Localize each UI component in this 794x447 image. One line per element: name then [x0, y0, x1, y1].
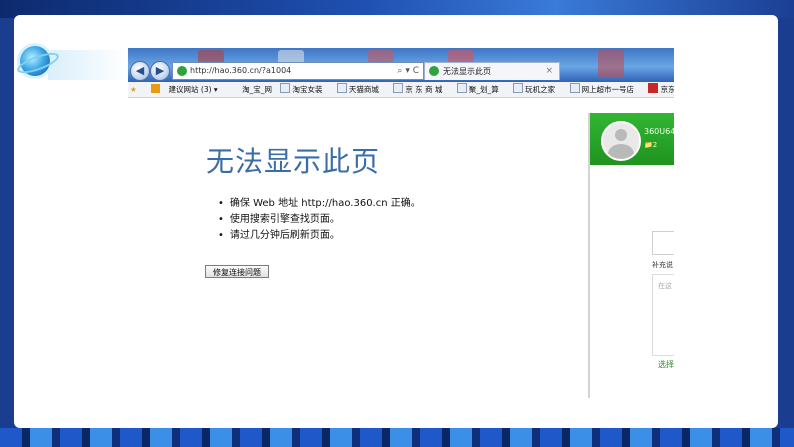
- site-favicon: [177, 66, 187, 76]
- favorite-label: 玩机之家: [525, 85, 556, 94]
- sidebar-input-label: 补充说: [652, 261, 673, 269]
- header-glow: [48, 50, 128, 80]
- error-tips-list: 确保 Web 地址 http://hao.360.cn 正确。 使用搜索引擎查找…: [218, 196, 421, 244]
- page-icon: [393, 83, 404, 93]
- suggested-sites-icon: [151, 84, 161, 93]
- sidebar-input[interactable]: [652, 231, 674, 255]
- site-favicon: [429, 66, 439, 76]
- favorite-label: 天猫商城: [348, 85, 379, 94]
- favorite-label: 网上超市一号店: [581, 85, 635, 94]
- browser-toolbar: ◀ ▶ http://hao.360.cn/?a1004 ⌕ ▾ C 无法显示此…: [128, 48, 674, 82]
- sidebar-textarea[interactable]: 在这: [652, 274, 674, 356]
- sidebar-select-link[interactable]: 选择: [658, 359, 674, 370]
- favorite-label: 京 东 商 城: [405, 85, 443, 94]
- error-page-title: 无法显示此页: [206, 145, 381, 178]
- jd-icon: [648, 83, 659, 93]
- favorite-link[interactable]: 京东网上商城: [648, 82, 674, 97]
- favorite-link[interactable]: 网上超市一号店: [569, 82, 641, 97]
- tab-error-page[interactable]: 无法显示此页 ×: [424, 62, 560, 80]
- back-arrow-icon[interactable]: ◀: [130, 61, 150, 81]
- sidebar-panel: 360U64 📁2 补充说 在这 选择: [588, 113, 674, 398]
- favorite-link[interactable]: 淘宝女装: [280, 82, 328, 97]
- favorite-link[interactable]: 京 东 商 城: [393, 82, 448, 97]
- suggested-sites[interactable]: 建议网站 (3) ▾: [151, 82, 224, 97]
- forward-arrow-icon[interactable]: ▶: [150, 61, 170, 81]
- favorite-link[interactable]: 聚_划_算: [456, 82, 505, 97]
- favorite-link[interactable]: 天猫商城: [336, 82, 385, 97]
- avatar-icon[interactable]: [601, 121, 641, 161]
- error-tip: 确保 Web 地址 http://hao.360.cn 正确。: [218, 196, 421, 212]
- sidebar-textarea-placeholder: 在这: [658, 282, 672, 290]
- sidebar-header: 360U64 📁2: [590, 113, 674, 165]
- suggested-sites-label: 建议网站 (3) ▾: [168, 85, 218, 94]
- favorite-link[interactable]: 玩机之家: [513, 82, 561, 97]
- favorite-link[interactable]: 淘_宝_网: [242, 82, 272, 97]
- error-tip: 请过几分钟后刷新页面。: [218, 228, 421, 244]
- favorites-bar: ★ 建议网站 (3) ▾ 淘_宝_网 淘宝女装 天猫商城 京 东 商 城 聚_划…: [128, 82, 674, 98]
- page-icon: [336, 83, 347, 93]
- browser-screenshot: ◀ ▶ http://hao.360.cn/?a1004 ⌕ ▾ C 无法显示此…: [128, 48, 674, 398]
- slide-bottom-banner: [0, 428, 794, 447]
- tab-title: 无法显示此页: [443, 67, 491, 76]
- page-icon: [569, 83, 580, 93]
- address-url: http://hao.360.cn/?a1004: [190, 66, 292, 75]
- favorite-label: 聚_划_算: [468, 85, 499, 94]
- favorite-label: 京东网上商城: [660, 85, 674, 94]
- page-icon: [456, 83, 467, 93]
- page-icon: [513, 83, 524, 93]
- folder-count: 📁2: [644, 141, 658, 149]
- address-bar[interactable]: http://hao.360.cn/?a1004 ⌕ ▾ C: [172, 62, 424, 80]
- tab-close-icon[interactable]: ×: [545, 63, 553, 80]
- favorite-label: 淘宝女装: [292, 85, 323, 94]
- error-tip: 使用搜索引擎查找页面。: [218, 212, 421, 228]
- fix-connection-button[interactable]: 修复连接问题: [205, 265, 269, 278]
- address-tools[interactable]: ⌕ ▾ C: [397, 63, 419, 79]
- toolbar-decoration: [598, 50, 624, 78]
- username[interactable]: 360U64: [644, 127, 674, 136]
- favorites-star-icon[interactable]: ★: [130, 82, 137, 97]
- page-icon: [280, 83, 291, 93]
